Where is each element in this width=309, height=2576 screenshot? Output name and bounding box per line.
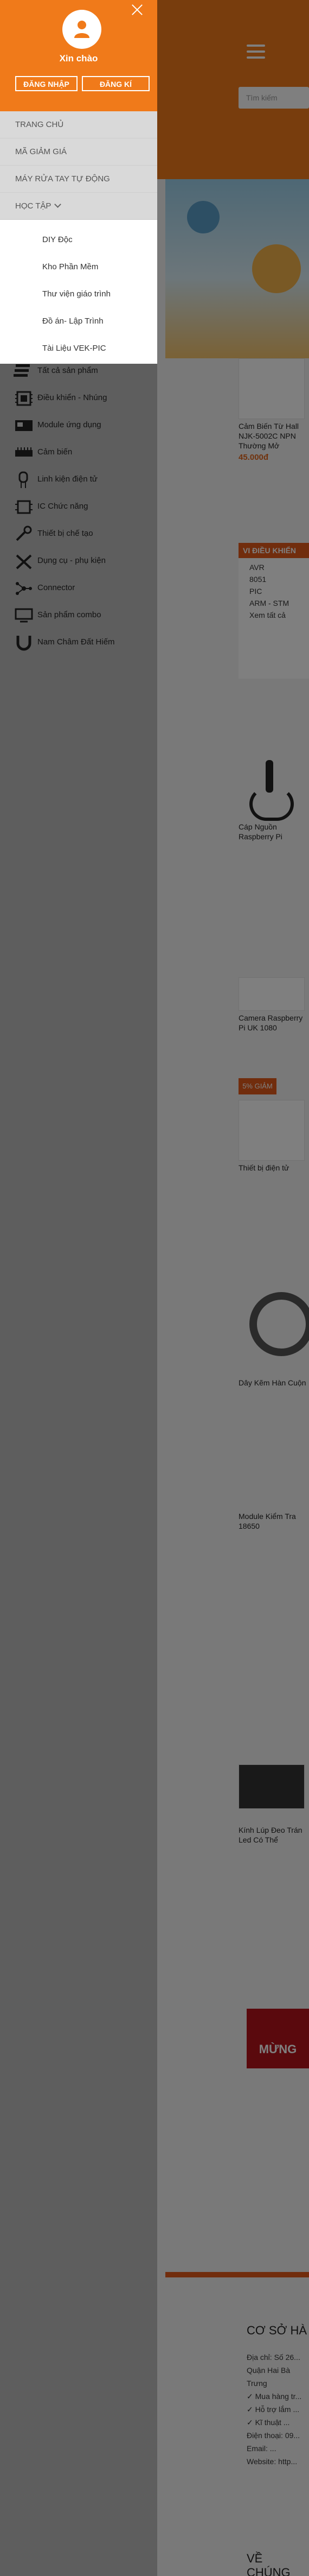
category-label: Module ứng dụng	[37, 420, 101, 429]
greeting-text: Xin chào	[59, 53, 98, 64]
category-label: Điều khiển - Nhúng	[37, 393, 107, 402]
submenu-item-software[interactable]: Kho Phần Mềm	[42, 262, 98, 271]
category-item-control[interactable]: Điều khiển - Nhúng	[14, 388, 157, 409]
combo-icon	[15, 608, 33, 623]
ic-icon	[15, 500, 33, 514]
category-item-all[interactable]: Tất cả sản phẩm	[14, 360, 157, 382]
category-item-sensor[interactable]: Cảm biến	[14, 442, 157, 464]
study-submenu: DIY Độc Kho Phần Mềm Thư viện giáo trình…	[0, 220, 157, 364]
category-item-connector[interactable]: Connector	[14, 578, 157, 599]
submenu-item-vek-pic[interactable]: Tài Liệu VEK-PIC	[42, 344, 106, 353]
connector-icon	[16, 582, 32, 595]
user-icon	[74, 21, 89, 38]
login-button[interactable]: ĐĂNG NHẬP	[15, 76, 78, 91]
side-drawer: Xin chào ĐĂNG NHẬP ĐĂNG KÍ TRANG CHỦ MÃ …	[0, 0, 157, 2576]
category-label: Cảm biến	[37, 447, 73, 457]
component-icon	[18, 471, 28, 488]
submenu-item-projects[interactable]: Đồ án- Lập Trình	[42, 317, 104, 326]
menu-item-home[interactable]: TRANG CHỦ	[0, 111, 157, 138]
avatar	[62, 10, 101, 49]
chip-icon	[15, 391, 33, 406]
category-item-accessories[interactable]: Dụng cụ - phụ kiện	[14, 550, 157, 572]
category-item-components[interactable]: Linh kiện điện tử	[14, 469, 157, 491]
drawer-header: Xin chào ĐĂNG NHẬP ĐĂNG KÍ	[0, 0, 157, 111]
category-item-combo[interactable]: Sản phẩm combo	[14, 605, 157, 626]
list-icon	[14, 364, 30, 377]
wrench-icon	[16, 554, 32, 569]
category-item-tools[interactable]: Thiết bị chế tạo	[14, 523, 157, 545]
chevron-down-icon	[54, 201, 62, 208]
menu-item-coupon[interactable]: MÃ GIẢM GIÁ	[0, 138, 157, 166]
category-label: Thiết bị chế tạo	[37, 529, 93, 538]
close-icon[interactable]	[130, 3, 144, 17]
category-label: Connector	[37, 583, 75, 592]
sensor-icon	[15, 447, 33, 457]
category-label: IC Chức năng	[37, 502, 88, 511]
category-item-magnet[interactable]: Nam Châm Đất Hiếm	[14, 632, 157, 654]
tool-icon	[16, 526, 32, 541]
category-item-module[interactable]: Module ứng dụng	[14, 415, 157, 436]
category-label: Nam Châm Đất Hiếm	[37, 637, 115, 647]
menu-item-label: HỌC TẬP	[15, 201, 52, 211]
category-label: Dụng cụ - phụ kiện	[37, 556, 106, 565]
category-label: Linh kiện điện tử	[37, 474, 98, 484]
register-button[interactable]: ĐĂNG KÍ	[82, 76, 150, 91]
menu-item-label: TRANG CHỦ	[15, 120, 64, 129]
module-icon	[15, 420, 33, 431]
category-item-ic[interactable]: IC Chức năng	[14, 496, 157, 518]
menu-item-hand-washer[interactable]: MÁY RỬA TAY TỰ ĐỘNG	[0, 166, 157, 193]
magnet-icon	[16, 636, 31, 651]
category-label: Sản phẩm combo	[37, 610, 101, 619]
menu-item-label: MÃ GIẢM GIÁ	[15, 147, 67, 156]
category-label: Tất cả sản phẩm	[37, 366, 98, 375]
menu-item-label: MÁY RỬA TAY TỰ ĐỘNG	[15, 174, 110, 183]
submenu-item-diy[interactable]: DIY Độc	[42, 235, 73, 244]
submenu-item-library[interactable]: Thư viện giáo trình	[42, 289, 111, 299]
menu-item-study[interactable]: HỌC TẬP	[0, 193, 157, 220]
